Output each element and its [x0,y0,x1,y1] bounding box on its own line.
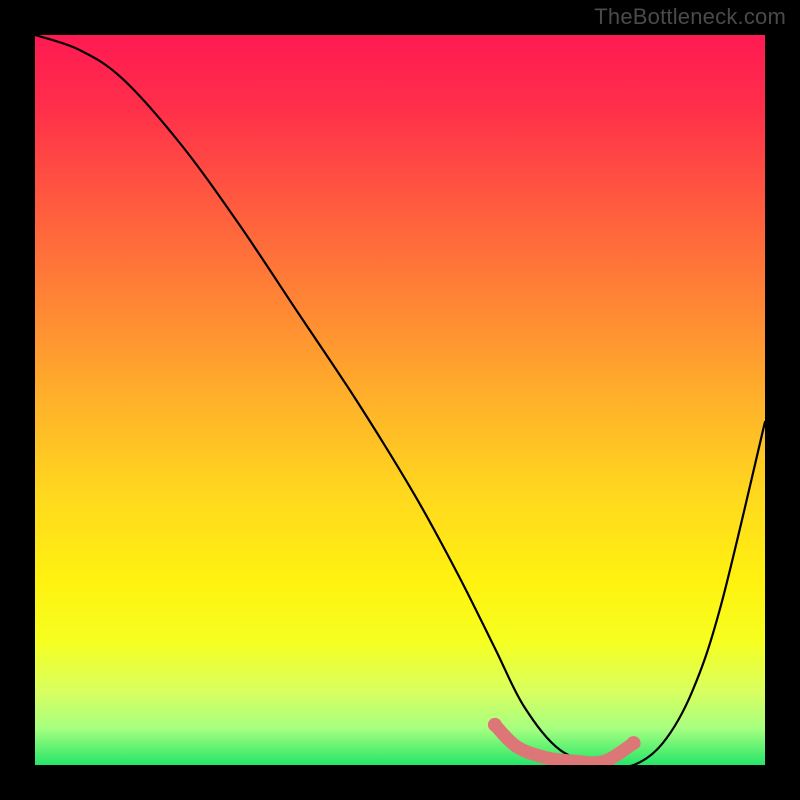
highlight-segment [35,35,765,765]
watermark-text: TheBottleneck.com [594,4,786,30]
chart-container: TheBottleneck.com [0,0,800,800]
plot-area [35,35,765,765]
